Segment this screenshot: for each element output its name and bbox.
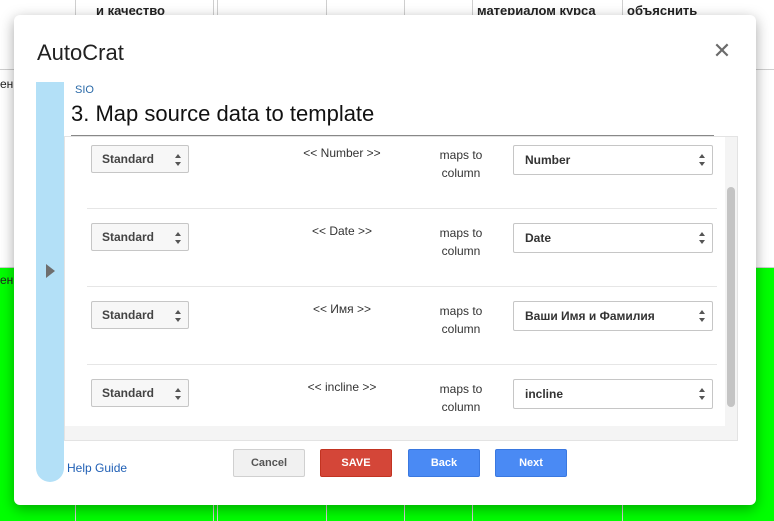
autocrat-dialog: AutoCrat ✕ SIO 3. Map source data to tem… — [14, 15, 756, 505]
field-token: << Date >> — [311, 224, 373, 238]
sheet-cell-fragment: ен — [0, 77, 14, 91]
select-arrows-icon — [175, 310, 182, 322]
column-select[interactable]: Number — [513, 145, 713, 175]
save-button[interactable]: SAVE — [320, 449, 392, 477]
mode-select-value: Standard — [102, 386, 155, 400]
mapping-row: Standard << Date >> maps to column Date — [87, 208, 717, 287]
column-select-value: Ваши Имя и Фамилия — [525, 309, 655, 323]
maps-to-line: column — [441, 322, 481, 336]
project-name: SIO — [75, 84, 94, 96]
scrollbar-thumb[interactable] — [727, 187, 735, 407]
next-button[interactable]: Next — [495, 449, 567, 477]
horizontal-scrollbar[interactable] — [65, 426, 725, 440]
field-token: << Имя >> — [312, 302, 372, 316]
select-arrows-icon — [175, 154, 182, 166]
maps-to-line: column — [441, 400, 481, 414]
select-arrows-icon — [175, 388, 182, 400]
field-token: << incline >> — [307, 380, 377, 394]
triangle-right-icon[interactable] — [46, 264, 55, 278]
close-icon[interactable]: ✕ — [713, 38, 731, 63]
mode-select-value: Standard — [102, 230, 155, 244]
mode-select[interactable]: Standard — [91, 223, 189, 251]
maps-to-label: maps to column — [427, 380, 495, 416]
mode-select[interactable]: Standard — [91, 301, 189, 329]
column-select[interactable]: Date — [513, 223, 713, 253]
select-arrows-icon — [699, 232, 706, 244]
maps-to-label: maps to column — [427, 224, 495, 260]
mapping-list: Standard << Number >> maps to column Num… — [65, 137, 725, 426]
mapping-row: Standard << Имя >> maps to column Ваши И… — [87, 286, 717, 365]
column-select-value: Number — [525, 153, 571, 167]
column-select-value: incline — [525, 387, 564, 401]
select-arrows-icon — [699, 388, 706, 400]
cancel-button[interactable]: Cancel — [233, 449, 305, 477]
select-arrows-icon — [699, 310, 706, 322]
mapping-row: Standard << Number >> maps to column Num… — [87, 137, 717, 209]
side-panel-toggle[interactable] — [36, 82, 64, 482]
maps-to-line: maps to — [439, 382, 483, 396]
close-button[interactable]: ✕ — [711, 40, 733, 62]
help-guide-link[interactable]: Help Guide — [67, 461, 127, 475]
mapping-row: Standard << incline >> maps to column in… — [87, 364, 717, 426]
field-token: << Number >> — [303, 146, 381, 160]
vertical-scrollbar[interactable] — [725, 137, 737, 440]
dialog-title: AutoCrat — [37, 40, 124, 65]
mode-select[interactable]: Standard — [91, 145, 189, 173]
sheet-cell-fragment: ен — [0, 273, 14, 287]
mapping-panel: Standard << Number >> maps to column Num… — [64, 136, 738, 441]
mode-select-value: Standard — [102, 308, 155, 322]
column-select[interactable]: Ваши Имя и Фамилия — [513, 301, 713, 331]
maps-to-label: maps to column — [427, 302, 495, 338]
back-button[interactable]: Back — [408, 449, 480, 477]
maps-to-line: maps to — [439, 226, 483, 240]
column-select-value: Date — [525, 231, 552, 245]
maps-to-line: column — [441, 244, 481, 258]
maps-to-line: column — [441, 166, 481, 180]
maps-to-label: maps to column — [427, 146, 495, 182]
maps-to-line: maps to — [439, 148, 483, 162]
select-arrows-icon — [175, 232, 182, 244]
mode-select[interactable]: Standard — [91, 379, 189, 407]
maps-to-line: maps to — [439, 304, 483, 318]
select-arrows-icon — [699, 154, 706, 166]
mode-select-value: Standard — [102, 152, 155, 166]
column-select[interactable]: incline — [513, 379, 713, 409]
step-title: 3. Map source data to template — [71, 101, 375, 126]
